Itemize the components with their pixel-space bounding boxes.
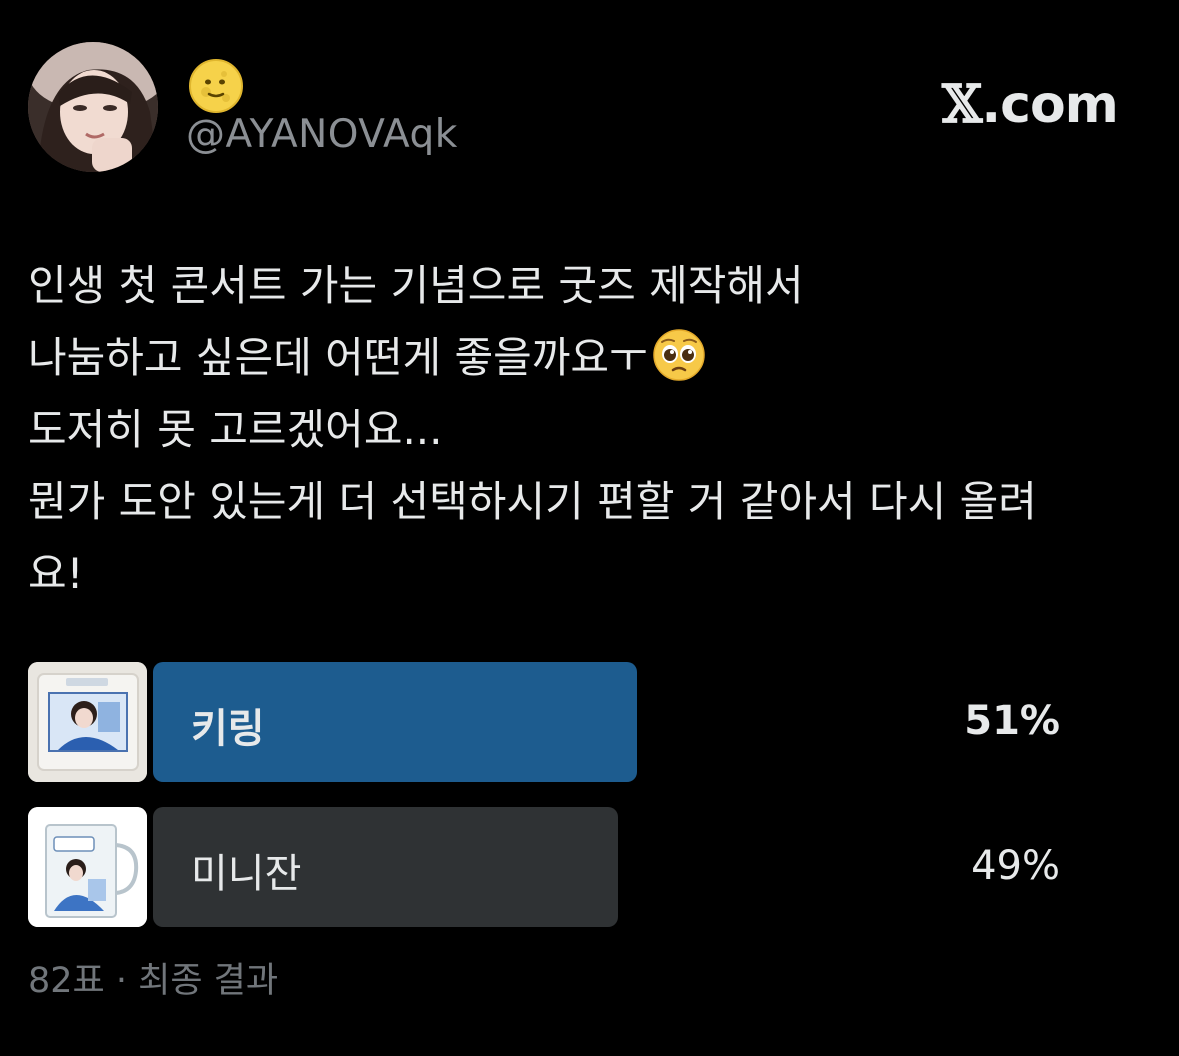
display-name-emoji[interactable] (188, 58, 244, 114)
mini-glass-mug-icon (28, 807, 147, 927)
tweet-line-3: 도저히 못 고르겠어요... (28, 405, 443, 454)
profile-photo-icon (28, 42, 158, 172)
pleading-face-icon (652, 329, 705, 381)
brand-domain: .com (981, 75, 1118, 135)
avatar[interactable] (28, 42, 158, 172)
poll-option-percent: 51% (964, 698, 1060, 744)
keyring-photo-icon (28, 662, 147, 782)
mini-glass-thumbnail (28, 807, 147, 927)
tweet-line-5: 요! (28, 549, 84, 598)
keyring-thumbnail (28, 662, 147, 782)
x-logo-icon: 𝕏 (942, 74, 982, 135)
poll-option-mini-glass[interactable]: 미니잔 49% (28, 807, 1148, 927)
tweet-text: 인생 첫 콘서트 가는 기념으로 굿즈 제작해서 나눔하고 싶은데 어떤게 좋을… (28, 250, 1158, 610)
poll-option-label: 미니잔 (191, 851, 302, 897)
tweet-line-2-wrap: 나눔하고 싶은데 어떤게 좋을까요ㅜ (28, 322, 1158, 394)
tweet-line-4: 뭔가 도안 있는게 더 선택하시기 편할 거 같아서 다시 올려 (28, 477, 1037, 526)
full-moon-face-icon (189, 59, 243, 113)
poll-vote-count: 82표 · 최종 결과 (28, 961, 279, 1001)
poll-option-keyring[interactable]: 키링 51% (28, 662, 1148, 782)
tweet-line-1: 인생 첫 콘서트 가는 기념으로 굿즈 제작해서 (28, 261, 804, 310)
x-com-logo: 𝕏.com (942, 74, 1119, 135)
author-handle[interactable]: @AYANOVAqk (186, 112, 458, 157)
tweet-line-2: 나눔하고 싶은데 어떤게 좋을까요ㅜ (28, 333, 648, 382)
poll-option-percent: 49% (971, 843, 1060, 889)
poll-option-label: 키링 (191, 706, 265, 752)
